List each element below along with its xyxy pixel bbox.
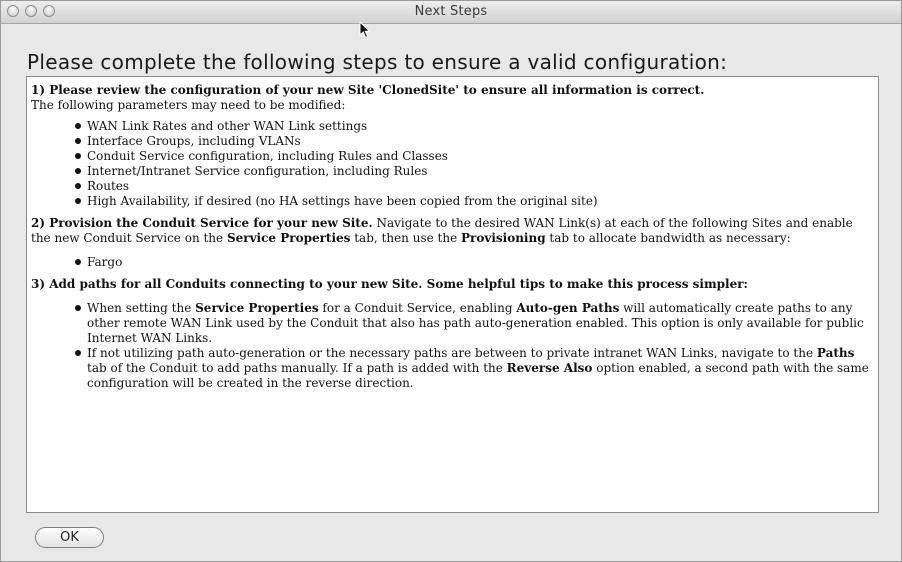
service-properties-term: Service Properties (226, 231, 351, 245)
tip-text: If not utilizing path auto-generation or… (87, 346, 817, 360)
list-item: Fargo (31, 255, 871, 270)
step-2-paragraph: 2) Provision the Conduit Service for you… (31, 216, 871, 246)
auto-gen-paths-term: Auto-gen Paths (516, 301, 620, 315)
step-2-text: tab to allocate bandwidth as necessary: (545, 231, 791, 245)
service-properties-term: Service Properties (195, 301, 319, 315)
title-bar[interactable]: Next Steps (1, 1, 901, 24)
step-3: 3) Add paths for all Conduits connecting… (31, 277, 871, 391)
step-2-title: 2) Provision the Conduit Service for you… (31, 216, 373, 230)
step-2-list: Fargo (31, 255, 871, 270)
list-item: Routes (31, 179, 871, 194)
mouse-pointer-icon (359, 21, 371, 39)
tip-text: When setting the (87, 301, 196, 315)
list-item: When setting the Service Properties for … (31, 301, 871, 346)
step-1: 1) Please review the configuration of yo… (31, 83, 871, 209)
page-heading: Please complete the following steps to e… (27, 50, 728, 74)
list-item: Interface Groups, including VLANs (31, 134, 871, 149)
ok-button[interactable]: OK (35, 527, 104, 548)
step-2: 2) Provision the Conduit Service for you… (31, 216, 871, 270)
list-item: Internet/Intranet Service configuration,… (31, 164, 871, 179)
step-3-title: 3) Add paths for all Conduits connecting… (31, 277, 748, 291)
step-1-list: WAN Link Rates and other WAN Link settin… (31, 119, 871, 209)
provisioning-term: Provisioning (461, 231, 546, 245)
step-3-list: When setting the Service Properties for … (31, 301, 871, 391)
list-item: WAN Link Rates and other WAN Link settin… (31, 119, 871, 134)
steps-content-panel[interactable]: 1) Please review the configuration of yo… (26, 76, 879, 513)
step-2-text: tab, then use the (350, 231, 461, 245)
next-steps-window: Next Steps Please complete the following… (0, 0, 902, 562)
list-item: High Availability, if desired (no HA set… (31, 194, 871, 209)
window-title: Next Steps (414, 4, 488, 19)
step-1-subtitle: The following parameters may need to be … (31, 98, 346, 112)
reverse-also-term: Reverse Also (506, 361, 593, 375)
list-item: Conduit Service configuration, including… (31, 149, 871, 164)
step-1-title: 1) Please review the configuration of yo… (31, 83, 705, 97)
tip-text: tab of the Conduit to add paths manually… (87, 361, 507, 375)
paths-term: Paths (816, 346, 855, 360)
list-item: If not utilizing path auto-generation or… (31, 346, 871, 391)
tip-text: for a Conduit Service, enabling (318, 301, 517, 315)
